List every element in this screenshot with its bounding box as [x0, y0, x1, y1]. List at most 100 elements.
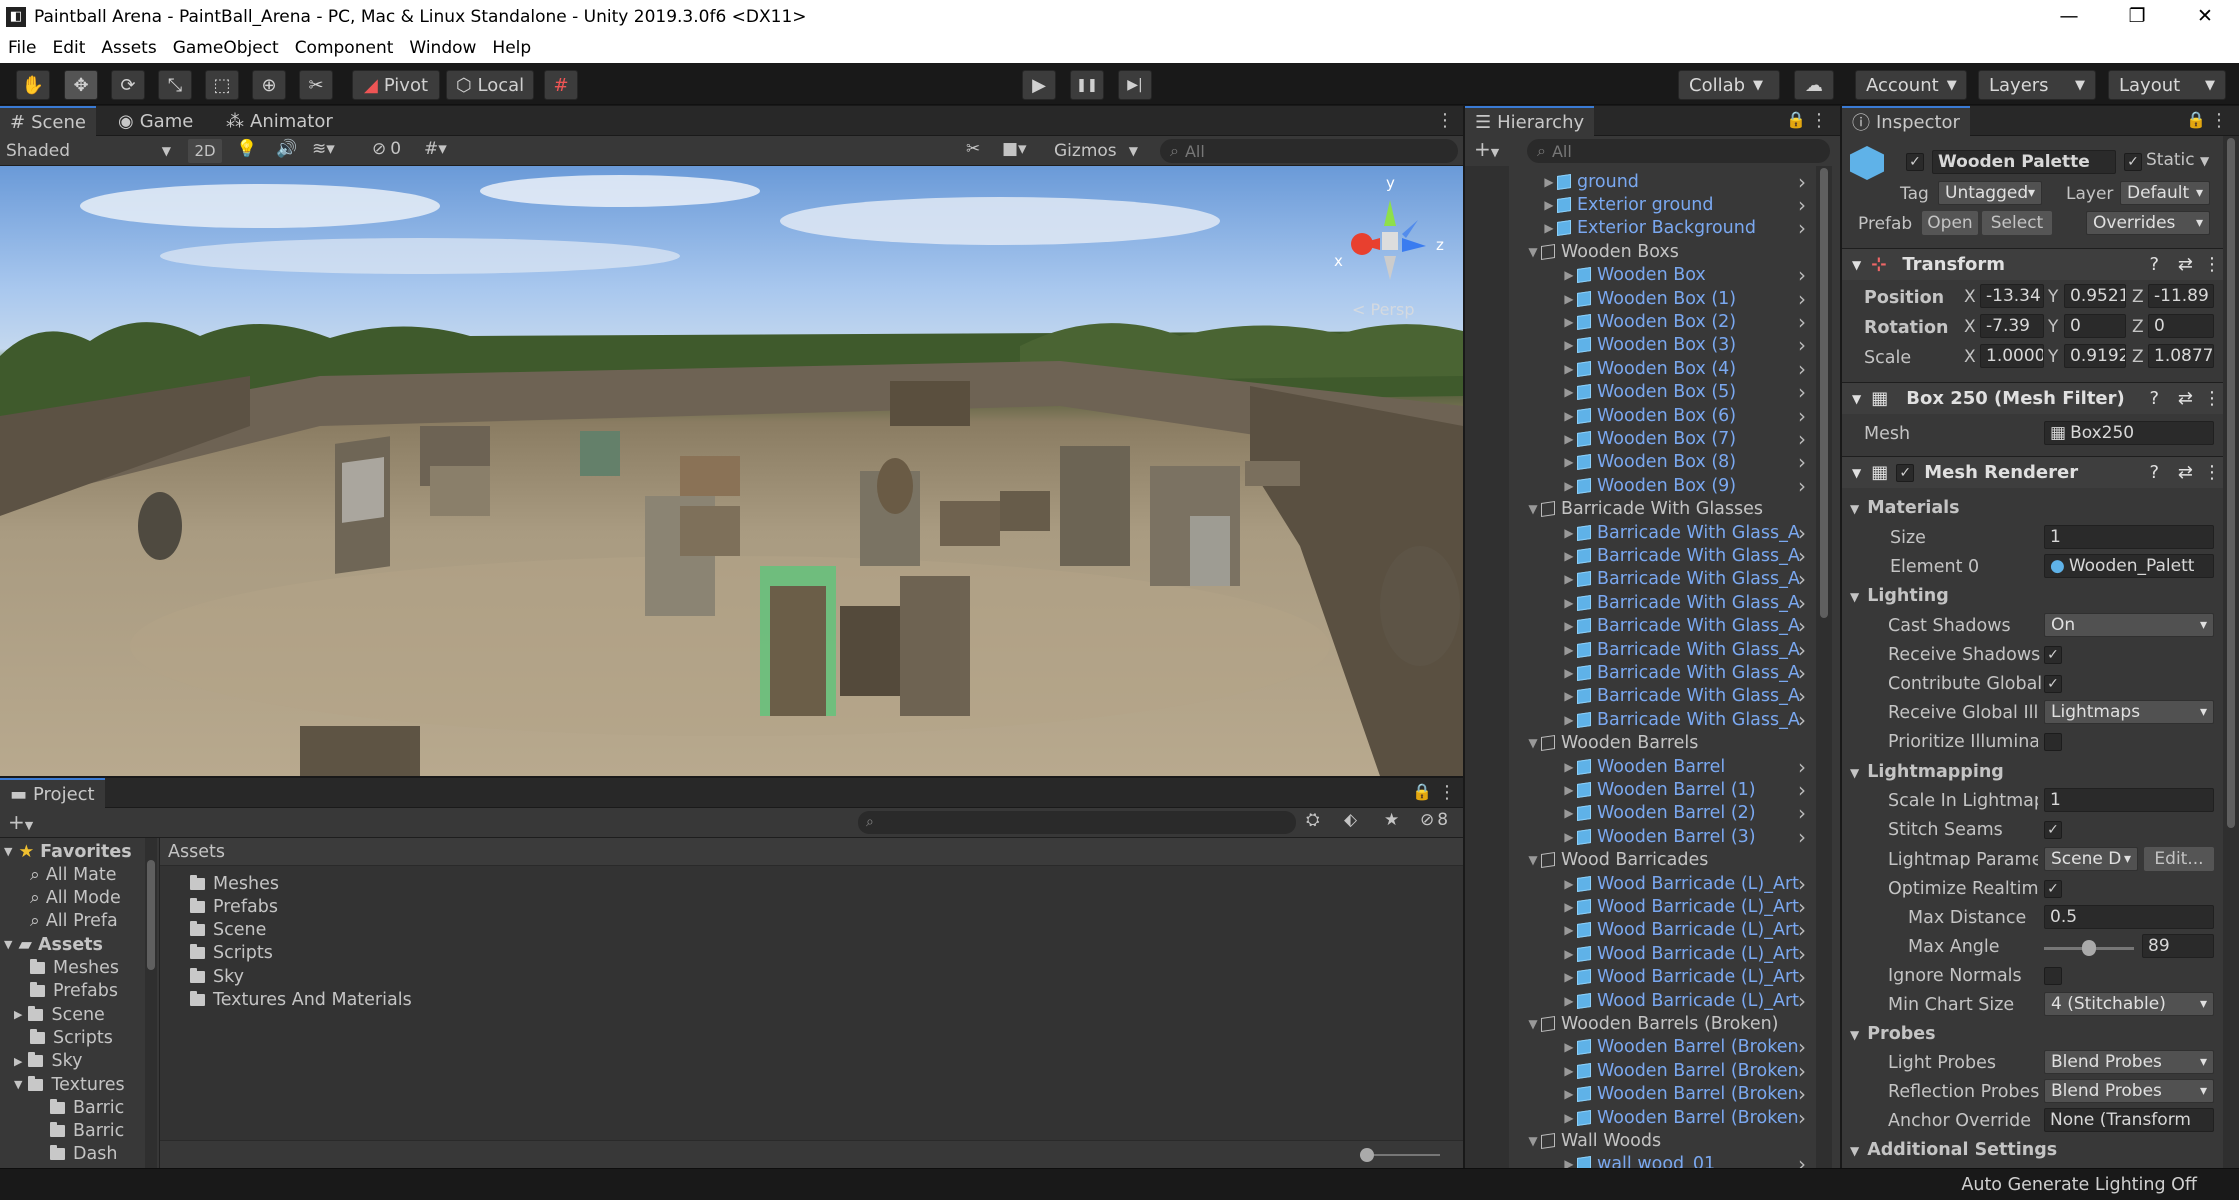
open-prefab-chevron-icon[interactable]: ›: [1798, 708, 1806, 731]
foldout-collapsed-icon[interactable]: ▶: [1561, 619, 1577, 633]
project-tree-item[interactable]: ⌕ All Prefa: [30, 910, 118, 933]
prioritize-illumination-checkbox[interactable]: [2044, 733, 2062, 751]
minimize-button[interactable]: —: [2035, 0, 2103, 33]
tab-project[interactable]: ▬ Project: [0, 778, 105, 808]
open-prefab-chevron-icon[interactable]: ›: [1798, 825, 1806, 848]
open-prefab-chevron-icon[interactable]: ›: [1798, 264, 1806, 287]
tab-inspector[interactable]: ⓘ Inspector: [1842, 106, 1970, 136]
camera-dropdown-icon[interactable]: ■▾: [1002, 139, 1027, 159]
hierarchy-row[interactable]: ▶ Barricade With Glass_A ›: [1465, 661, 1810, 684]
hierarchy-row[interactable]: ▶ Wood Barricade (L)_Art ›: [1465, 989, 1810, 1012]
foldout-collapsed-icon[interactable]: ▶: [1561, 713, 1577, 727]
additional-settings-foldout[interactable]: ▼ Additional Settings: [1850, 1140, 2057, 1160]
position-z-field[interactable]: -11.89: [2148, 284, 2214, 308]
min-chart-size-dropdown[interactable]: 4 (Stitchable): [2044, 992, 2214, 1016]
hierarchy-row[interactable]: ▶ wall wood_01 ›: [1465, 1153, 1810, 1168]
project-tree-item[interactable]: ⌕ All Mate: [30, 863, 117, 886]
open-prefab-chevron-icon[interactable]: ›: [1798, 919, 1806, 942]
open-prefab-chevron-icon[interactable]: ›: [1798, 661, 1806, 684]
open-prefab-chevron-icon[interactable]: ›: [1798, 591, 1806, 614]
foldout-collapsed-icon[interactable]: ▶: [1561, 526, 1577, 540]
foldout-expanded-icon[interactable]: ▼: [1525, 1134, 1541, 1148]
preset-icon[interactable]: ⇄: [2178, 462, 2193, 483]
open-prefab-chevron-icon[interactable]: ›: [1798, 966, 1806, 989]
foldout-collapsed-icon[interactable]: ▶: [1561, 1064, 1577, 1078]
inspector-scrollbar[interactable]: [2223, 136, 2239, 1168]
gizmos-dropdown[interactable]: Gizmos ▼: [1048, 138, 1144, 164]
hierarchy-scrollbar[interactable]: [1816, 166, 1832, 1168]
foldout-expanded-icon[interactable]: ▼: [4, 845, 12, 858]
create-button[interactable]: +▼: [8, 810, 33, 834]
foldout-collapsed-icon[interactable]: ▶: [1561, 338, 1577, 352]
hierarchy-row[interactable]: ▶ Barricade With Glass_A ›: [1465, 685, 1810, 708]
preset-icon[interactable]: ⇄: [2178, 254, 2193, 275]
hierarchy-row[interactable]: ▶ Wood Barricade (L)_Art ›: [1465, 872, 1810, 895]
layout-dropdown[interactable]: Layout ▼: [2108, 70, 2226, 100]
foldout-expanded-icon[interactable]: ▼: [1525, 245, 1541, 259]
gameobject-name-field[interactable]: Wooden Palette: [1932, 150, 2116, 174]
open-prefab-chevron-icon[interactable]: ›: [1798, 778, 1806, 801]
project-tree-item[interactable]: ▶ Scene: [14, 1003, 105, 1026]
prefab-open-button[interactable]: Open: [1922, 211, 1978, 235]
scale-y-field[interactable]: 0.9192: [2064, 344, 2126, 368]
hierarchy-row[interactable]: ▶ Barricade With Glass_A ›: [1465, 544, 1810, 567]
menu-edit[interactable]: Edit: [44, 38, 93, 58]
mesh-renderer-enabled-checkbox[interactable]: ✓: [1896, 463, 1915, 482]
project-tree-item[interactable]: ⌕ All Mode: [30, 887, 121, 910]
open-prefab-chevron-icon[interactable]: ›: [1798, 334, 1806, 357]
layers-dropdown[interactable]: Layers ▼: [1978, 70, 2096, 100]
hierarchy-row[interactable]: ▶ Barricade With Glass_A ›: [1465, 708, 1810, 731]
rotation-y-field[interactable]: 0: [2064, 314, 2126, 338]
foldout-collapsed-icon[interactable]: ▶: [1561, 877, 1577, 891]
filter-by-label-icon[interactable]: ⬖: [1344, 810, 1357, 830]
hierarchy-row[interactable]: ▶ Wooden Barrel ›: [1465, 755, 1810, 778]
scale-z-field[interactable]: 1.0877: [2148, 344, 2214, 368]
foldout-collapsed-icon[interactable]: ▶: [1561, 666, 1577, 680]
foldout-collapsed-icon[interactable]: ▶: [1541, 221, 1557, 235]
filter-by-type-icon[interactable]: ⛭: [1306, 810, 1320, 830]
hierarchy-row[interactable]: ▶ Wooden Box (4) ›: [1465, 357, 1810, 380]
foldout-collapsed-icon[interactable]: ▶: [1561, 760, 1577, 774]
lightmap-parameters-dropdown[interactable]: Scene D: [2044, 847, 2138, 871]
2d-toggle[interactable]: 2D: [188, 139, 222, 163]
scale-x-field[interactable]: 1.0000: [1980, 344, 2044, 368]
tab-hierarchy[interactable]: ☰ Hierarchy: [1465, 106, 1595, 136]
foldout-collapsed-icon[interactable]: ▶: [1561, 1157, 1577, 1168]
pivot-toggle[interactable]: ◢ Pivot: [352, 70, 440, 100]
open-prefab-chevron-icon[interactable]: ›: [1798, 287, 1806, 310]
more-options-icon[interactable]: ⋮: [1436, 110, 1454, 131]
foldout-expanded-icon[interactable]: ▼: [1525, 736, 1541, 750]
favorite-star-icon[interactable]: ★: [1384, 810, 1399, 830]
open-prefab-chevron-icon[interactable]: ›: [1798, 685, 1806, 708]
open-prefab-chevron-icon[interactable]: ›: [1798, 1153, 1806, 1168]
foldout-collapsed-icon[interactable]: ▶: [1561, 549, 1577, 563]
reflection-probes-dropdown[interactable]: Blend Probes: [2044, 1079, 2214, 1103]
breadcrumb[interactable]: Assets: [160, 838, 1463, 866]
foldout-collapsed-icon[interactable]: ▶: [1561, 1111, 1577, 1125]
hierarchy-row[interactable]: ▶ Wood Barricade (L)_Art ›: [1465, 919, 1810, 942]
max-angle-field[interactable]: 89: [2142, 934, 2214, 958]
pause-button[interactable]: ❚❚: [1070, 70, 1104, 100]
foldout-expanded-icon[interactable]: ▼: [1525, 502, 1541, 516]
foldout-collapsed-icon[interactable]: ▶: [1561, 689, 1577, 703]
max-distance-field[interactable]: 0.5: [2044, 905, 2214, 929]
receive-shadows-checkbox[interactable]: ✓: [2044, 646, 2062, 664]
open-prefab-chevron-icon[interactable]: ›: [1798, 170, 1806, 193]
foldout-collapsed-icon[interactable]: ▶: [1561, 315, 1577, 329]
menu-help[interactable]: Help: [484, 38, 539, 58]
hierarchy-row[interactable]: ▶ Barricade With Glass_A ›: [1465, 591, 1810, 614]
local-toggle[interactable]: ⬡ Local: [446, 70, 534, 100]
contribute-gi-checkbox[interactable]: ✓: [2044, 675, 2062, 693]
project-folder-item[interactable]: Prefabs: [190, 895, 278, 918]
hierarchy-row[interactable]: ▶ Barricade With Glass_A ›: [1465, 568, 1810, 591]
preset-icon[interactable]: ⇄: [2178, 388, 2193, 409]
foldout-expanded-icon[interactable]: ▼: [1525, 853, 1541, 867]
foldout-collapsed-icon[interactable]: ▶: [1561, 947, 1577, 961]
hierarchy-row[interactable]: ▼ Wooden Barrels: [1465, 732, 1810, 755]
shading-mode-dropdown[interactable]: Shaded ▼: [6, 138, 171, 164]
play-button[interactable]: ▶: [1022, 70, 1056, 100]
project-tree-item[interactable]: Barric: [50, 1120, 124, 1143]
mesh-filter-header[interactable]: ▼ ▦ Box 250 (Mesh Filter) ? ⇄ ⋮: [1842, 382, 2239, 414]
hidden-objects-toggle[interactable]: ⊘ 0: [372, 139, 401, 159]
open-prefab-chevron-icon[interactable]: ›: [1798, 942, 1806, 965]
